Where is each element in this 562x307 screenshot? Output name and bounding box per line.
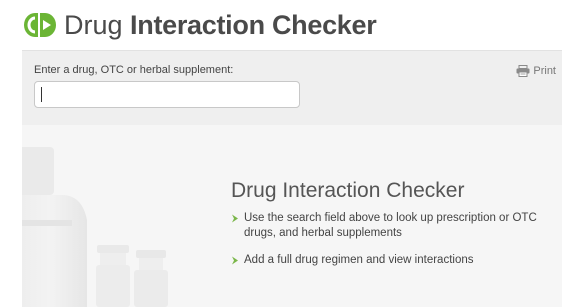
hero-bullet-text: Add a full drug regimen and view interac… (244, 254, 474, 266)
pill-logo-icon (24, 13, 56, 37)
app-header: Drug Interaction Checker (0, 0, 562, 50)
hero-bullet-1: Use the search field above to look up pr… (231, 211, 551, 241)
print-button[interactable]: Print (516, 65, 556, 77)
hero-title: Drug Interaction Checker (231, 179, 465, 202)
page-title: Drug Interaction Checker (64, 9, 377, 41)
hero-panel: Drug Interaction Checker Use the search … (22, 125, 562, 307)
page-title-light: Drug (64, 10, 123, 40)
chevron-right-icon (231, 211, 244, 241)
print-label: Print (533, 65, 556, 77)
hero-bullet-text: Use the search field above to look up pr… (244, 212, 537, 239)
text-cursor (41, 87, 42, 102)
search-bar: Enter a drug, OTC or herbal supplement: … (22, 50, 562, 125)
search-label: Enter a drug, OTC or herbal supplement: (34, 64, 234, 76)
hero-bullet-2: Add a full drug regimen and view interac… (231, 253, 551, 270)
page-title-bold: Interaction Checker (130, 10, 377, 40)
printer-icon (516, 65, 530, 77)
medicine-bottles-illustration (22, 147, 168, 307)
drug-search-input[interactable] (34, 81, 300, 108)
chevron-right-icon (231, 253, 244, 270)
